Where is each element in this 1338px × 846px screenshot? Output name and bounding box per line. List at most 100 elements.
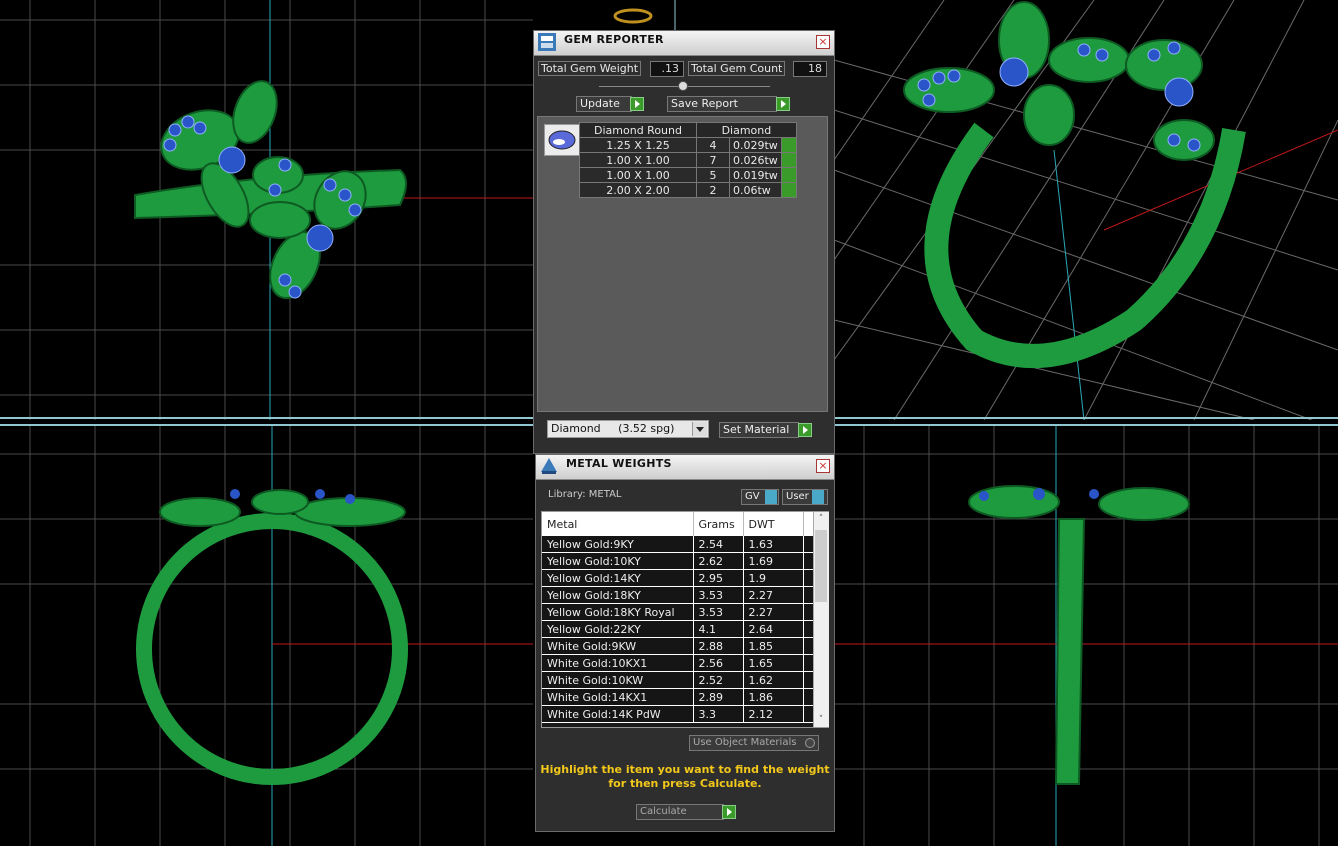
table-row[interactable]: 1.00 X 1.00 5 0.019tw bbox=[579, 167, 797, 183]
table-row[interactable]: Yellow Gold:14KY 2.95 1.9 bbox=[542, 569, 814, 587]
metal-dwt: 1.9 bbox=[743, 569, 804, 587]
table-row[interactable]: Yellow Gold:18KY 3.53 2.27 bbox=[542, 586, 814, 604]
total-gem-weight-label: Total Gem Weight bbox=[538, 61, 642, 76]
gem-size: 1.25 X 1.25 bbox=[579, 137, 697, 153]
metal-name: Yellow Gold:18KY bbox=[542, 586, 694, 604]
splitter-knob-icon[interactable] bbox=[678, 81, 688, 91]
viewport-bottom-center bbox=[533, 832, 835, 846]
metal-list-scrollbar[interactable]: ˄ ˅ bbox=[813, 512, 829, 727]
metal-dwt: 1.65 bbox=[743, 654, 804, 672]
gem-table-header-type: Diamond bbox=[696, 122, 797, 138]
total-gem-count-label: Total Gem Count bbox=[688, 61, 786, 76]
metal-dwt: 2.27 bbox=[743, 586, 804, 604]
calculate-hint-line1: Highlight the item you want to find the … bbox=[540, 763, 830, 776]
total-gem-weight-field: .13 bbox=[650, 61, 684, 77]
ring-side bbox=[968, 485, 1190, 785]
metal-dwt: 2.12 bbox=[743, 705, 804, 723]
save-report-button[interactable]: Save Report bbox=[667, 96, 777, 112]
viewport-top-right[interactable] bbox=[834, 0, 1338, 420]
table-row[interactable]: White Gold:14K PdW 3.3 2.12 bbox=[542, 705, 814, 723]
table-row[interactable]: White Gold:9KW 2.88 1.85 bbox=[542, 637, 814, 655]
table-row[interactable]: White Gold:14KX1 2.89 1.86 bbox=[542, 688, 814, 706]
set-material-button[interactable]: Set Material bbox=[719, 422, 799, 438]
metal-name: Yellow Gold:9KY bbox=[542, 536, 694, 553]
ring-perspective bbox=[924, 122, 1246, 368]
metal-grams: 2.62 bbox=[693, 552, 744, 570]
metal-name: Yellow Gold:10KY bbox=[542, 552, 694, 570]
close-icon[interactable]: × bbox=[816, 35, 830, 49]
viewport-bottom-left[interactable] bbox=[0, 424, 533, 846]
metal-grams: 2.54 bbox=[693, 536, 744, 553]
gv-info-icon[interactable] bbox=[765, 490, 777, 504]
use-object-materials-toggle[interactable]: Use Object Materials bbox=[689, 735, 819, 751]
metal-grams: 3.3 bbox=[693, 705, 744, 723]
gem-table-header-shape: Diamond Round bbox=[579, 122, 697, 138]
metal-grams: 3.53 bbox=[693, 603, 744, 621]
chevron-down-icon[interactable] bbox=[692, 422, 707, 436]
gem-reporter-icon bbox=[538, 33, 556, 51]
table-row[interactable]: Yellow Gold:22KY 4.1 2.64 bbox=[542, 620, 814, 638]
table-row[interactable]: White Gold:10KX1 2.56 1.65 bbox=[542, 654, 814, 672]
scroll-down-icon[interactable]: ˅ bbox=[816, 715, 826, 725]
close-icon[interactable]: × bbox=[816, 459, 830, 473]
calculate-arrow-icon[interactable] bbox=[722, 805, 736, 819]
calculate-button[interactable]: Calculate bbox=[636, 804, 724, 820]
scroll-thumb[interactable] bbox=[815, 530, 827, 602]
grid-side bbox=[834, 424, 1338, 846]
table-row[interactable]: Yellow Gold:10KY 2.62 1.69 bbox=[542, 552, 814, 570]
metal-grams: 2.89 bbox=[693, 688, 744, 706]
table-row[interactable]: White Gold:10KW 2.52 1.62 bbox=[542, 671, 814, 689]
logo-icon bbox=[613, 8, 653, 24]
use-object-materials-radio-icon[interactable] bbox=[805, 738, 815, 748]
viewport-top-left[interactable] bbox=[0, 0, 533, 420]
dwt-column-header[interactable]: DWT bbox=[743, 512, 804, 536]
table-row[interactable]: 1.00 X 1.00 7 0.026tw bbox=[579, 152, 797, 168]
table-row[interactable]: Yellow Gold:9KY 2.54 1.63 bbox=[542, 536, 814, 553]
material-select[interactable]: Diamond (3.52 spg) bbox=[547, 420, 709, 438]
update-arrow-icon[interactable] bbox=[630, 97, 644, 111]
metal-name: White Gold:10KX1 bbox=[542, 654, 694, 672]
gem-reporter-titlebar[interactable]: GEM REPORTER × bbox=[534, 31, 834, 56]
metal-column-header[interactable]: Metal bbox=[542, 512, 694, 536]
total-gem-count-field: 18 bbox=[793, 61, 827, 77]
gem-count: 2 bbox=[696, 182, 730, 198]
gem-count: 5 bbox=[696, 167, 730, 183]
metal-grams: 2.88 bbox=[693, 637, 744, 655]
gem-row-arrow-icon[interactable] bbox=[780, 137, 797, 153]
save-report-arrow-icon[interactable] bbox=[776, 97, 790, 111]
viewport-top-center bbox=[533, 0, 835, 30]
update-button[interactable]: Update bbox=[576, 96, 632, 112]
metal-grams: 2.95 bbox=[693, 569, 744, 587]
scroll-up-icon[interactable]: ˄ bbox=[816, 514, 826, 524]
viewport-bottom-right[interactable] bbox=[834, 424, 1338, 846]
table-row[interactable]: Yellow Gold:18KY Royal 3.53 2.27 bbox=[542, 603, 814, 621]
gem-size: 1.00 X 1.00 bbox=[579, 167, 697, 183]
metal-weights-titlebar[interactable]: METAL WEIGHTS × bbox=[536, 455, 834, 480]
table-row[interactable]: 1.25 X 1.25 4 0.029tw bbox=[579, 137, 797, 153]
set-material-arrow-icon[interactable] bbox=[798, 423, 812, 437]
grid-perspective bbox=[834, 0, 1338, 420]
metal-dwt: 1.63 bbox=[743, 536, 804, 553]
table-row[interactable]: 2.00 X 2.00 2 0.06tw bbox=[579, 182, 797, 198]
metal-grams: 2.52 bbox=[693, 671, 744, 689]
grams-column-header[interactable]: Grams bbox=[693, 512, 744, 536]
user-info-icon[interactable] bbox=[812, 490, 824, 504]
metal-dwt: 1.86 bbox=[743, 688, 804, 706]
gem-row-arrow-icon[interactable] bbox=[780, 152, 797, 168]
metal-name: White Gold:14K PdW bbox=[542, 705, 694, 723]
metal-grams: 3.53 bbox=[693, 586, 744, 604]
library-label: Library: METAL bbox=[548, 489, 622, 500]
grid-front bbox=[0, 424, 533, 846]
gem-row-arrow-icon[interactable] bbox=[780, 167, 797, 183]
metal-name: White Gold:14KX1 bbox=[542, 688, 694, 706]
grid-top-left bbox=[0, 0, 533, 420]
calculate-hint-line2: for then press Calculate. bbox=[608, 777, 762, 790]
gem-size: 1.00 X 1.00 bbox=[579, 152, 697, 168]
metal-table: Metal Grams DWT Yellow Gold:9KY 2.54 1.63 … bbox=[542, 512, 814, 723]
metal-grams: 2.56 bbox=[693, 654, 744, 672]
gem-row-arrow-icon[interactable] bbox=[780, 182, 797, 198]
diamond-round-icon bbox=[544, 124, 580, 156]
metal-name: White Gold:9KW bbox=[542, 637, 694, 655]
gem-weight: 0.06tw bbox=[729, 182, 782, 198]
gem-reporter-title: GEM REPORTER bbox=[564, 33, 664, 46]
